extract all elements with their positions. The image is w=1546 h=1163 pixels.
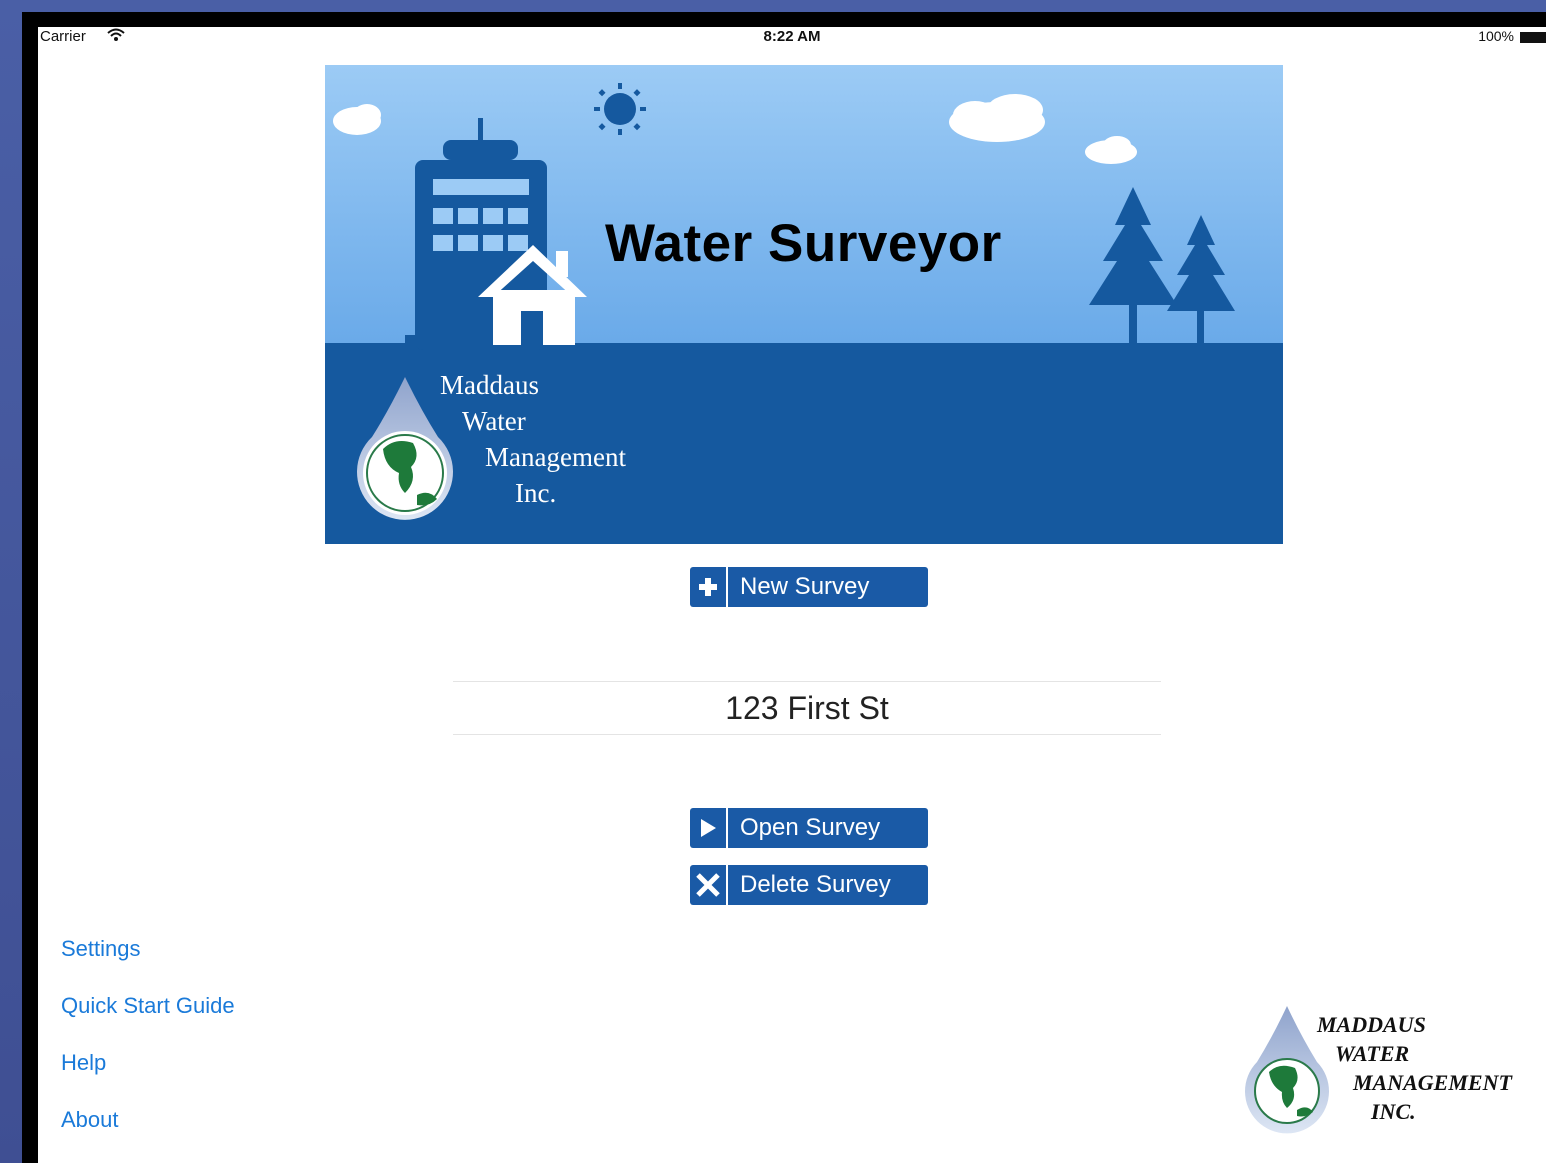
open-survey-button[interactable]: Open Survey	[690, 808, 928, 848]
logo-line: INC.	[1371, 1099, 1416, 1124]
company-logo-text: MADDAUS WATER MANAGEMENT INC.	[1317, 1010, 1512, 1126]
help-link[interactable]: Help	[61, 1047, 235, 1104]
app-screen: Carrier 8:22 AM 100% Water Surveyor Madd…	[38, 27, 1546, 1163]
logo-line: MADDAUS	[1317, 1012, 1426, 1037]
plus-icon	[690, 567, 728, 607]
status-time: 8:22 AM	[763, 28, 821, 45]
company-logo: MADDAUS WATER MANAGEMENT INC.	[1245, 1004, 1545, 1134]
open-survey-label: Open Survey	[740, 814, 881, 841]
new-survey-button[interactable]: New Survey	[690, 567, 928, 607]
delete-survey-label: Delete Survey	[740, 871, 891, 898]
quick-start-guide-link[interactable]: Quick Start Guide	[61, 990, 235, 1047]
company-line: Water	[462, 406, 526, 436]
new-survey-label: New Survey	[740, 573, 870, 600]
play-icon	[690, 808, 728, 848]
company-line: Management	[485, 442, 626, 472]
company-line: Maddaus	[440, 370, 539, 400]
battery-percent: 100%	[1478, 28, 1514, 44]
delete-survey-button[interactable]: Delete Survey	[690, 865, 928, 905]
battery-icon	[1520, 32, 1546, 43]
app-banner: Water Surveyor Maddaus Water Management …	[325, 65, 1283, 544]
status-bar: Carrier 8:22 AM 100%	[38, 27, 1546, 49]
survey-address-picker[interactable]: 123 First St	[453, 681, 1161, 735]
x-icon	[690, 865, 728, 905]
logo-line: MANAGEMENT	[1353, 1070, 1512, 1095]
company-line: Inc.	[515, 478, 557, 508]
app-title: Water Surveyor	[605, 214, 1002, 273]
company-name: Maddaus Water Management Inc.	[440, 367, 626, 511]
menu-links: Settings Quick Start Guide Help About	[61, 933, 235, 1161]
logo-line: WATER	[1335, 1041, 1410, 1066]
settings-link[interactable]: Settings	[61, 933, 235, 990]
about-link[interactable]: About	[61, 1104, 235, 1161]
